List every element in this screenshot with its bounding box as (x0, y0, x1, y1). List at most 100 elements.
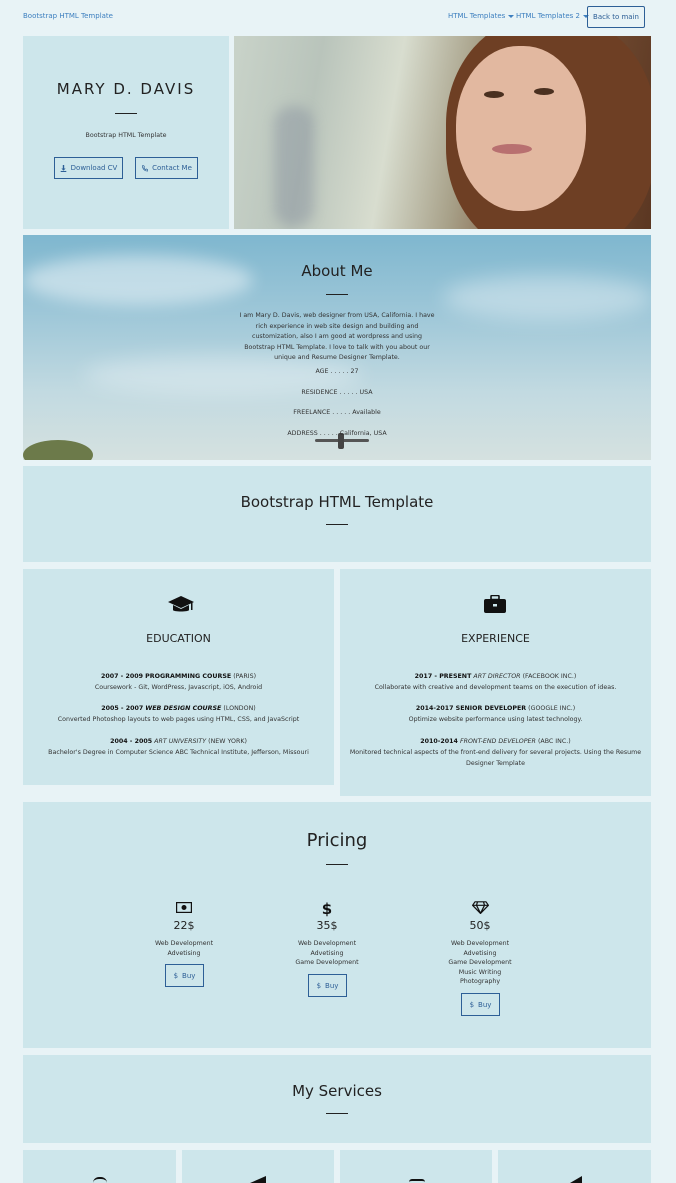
experience-item-2: 2014-2017 SENIOR DEVELOPER (GOOGLE INC.)… (340, 703, 651, 725)
plan-2-feature-2: Advetising (310, 949, 344, 957)
photo-eye-left (484, 91, 504, 98)
about-bio: I am Mary D. Davis, web designer from US… (239, 312, 435, 361)
dollar-icon: $ (316, 981, 322, 990)
education-item-1: 2007 - 2009 PROGRAMMING COURSE (PARIS) C… (23, 671, 334, 693)
edu-3-role: ART UNIVERSITY (154, 738, 207, 745)
download-icon (60, 164, 66, 172)
plan-3-feature-1: Web Development (450, 940, 510, 947)
service-3-icon (409, 1179, 425, 1183)
plan-3-feature-2: Advetising (463, 949, 497, 957)
plan-3-buy-label: Buy (478, 1000, 492, 1009)
dollar-icon: $ (173, 971, 179, 980)
banner-title: Bootstrap HTML Template (240, 493, 434, 511)
download-cv-label: Download CV (70, 164, 118, 172)
plan-1-buy-button[interactable]: $ Buy (165, 964, 204, 987)
back-to-main-button[interactable]: Back to main (587, 6, 645, 28)
hero-divider (115, 113, 137, 114)
plan-2-feature-3: Game Development (295, 959, 359, 966)
service-card-4 (498, 1150, 651, 1183)
graduation-cap-icon (168, 596, 194, 612)
experience-item-3: 2010-2014 FRONT-END DEVELOPER (ABC INC.)… (340, 736, 651, 769)
cloud-2 (443, 275, 651, 320)
contact-me-label: Contact Me (152, 164, 192, 172)
caret-down-icon (508, 14, 515, 18)
photo-blur-figure (274, 106, 314, 226)
edu-3-date: 2004 - 2005 (110, 738, 153, 745)
brand-link[interactable]: Bootstrap HTML Template (23, 12, 113, 20)
plan-3-price: 50$ (469, 919, 491, 932)
exp-1-desc: Collaborate with creative and developmen… (374, 684, 617, 691)
pricing-title: Pricing (306, 830, 368, 851)
exp-1-date: 2017 - PRESENT (414, 673, 472, 680)
services-divider (326, 1113, 348, 1114)
edu-2-date: 2005 - 2007 (101, 705, 144, 712)
exp-1-place: (FACEBOOK INC.) (522, 673, 577, 680)
pricing-divider (326, 864, 348, 865)
nav-html-templates-2-label: HTML Templates 2 (516, 12, 580, 20)
about-age: AGE . . . . . 27 (315, 368, 359, 375)
money-bill-icon (176, 902, 192, 913)
service-1-icon (93, 1177, 107, 1183)
plan-1-price: 22$ (173, 919, 195, 932)
download-cv-button[interactable]: Download CV (54, 157, 123, 179)
about-divider (326, 294, 348, 295)
edu-3-place: (NEW YORK) (208, 738, 247, 745)
plan-3-buy-button[interactable]: $ Buy (461, 993, 500, 1016)
banner-divider (326, 524, 348, 525)
tree-foliage (23, 440, 93, 460)
edu-2-place: (LONDON) (223, 705, 256, 712)
plan-3-feature-4: Music Writing (458, 968, 502, 976)
edu-1-place: (PARIS) (233, 673, 257, 680)
edu-3-desc: Bachelor's Degree in Computer Science AB… (48, 749, 309, 756)
exp-3-desc-line2: Designer Template (466, 760, 525, 767)
education-item-2: 2005 - 2007 WEB DESIGN COURSE (LONDON) C… (23, 703, 334, 725)
photo-face (456, 46, 586, 211)
plan-3-features: Web Development Advetising Game Developm… (420, 939, 540, 987)
banner-panel (23, 466, 651, 562)
diamond-icon (472, 901, 489, 914)
experience-title: EXPERIENCE (461, 632, 530, 645)
about-address: ADDRESS . . . . . California, USA (287, 430, 387, 437)
plan-2-feature-1: Web Development (297, 940, 357, 947)
plan-2-price: 35$ (316, 919, 338, 932)
edu-2-role: WEB DESIGN COURSE (145, 705, 222, 712)
photo-eye-right (534, 88, 554, 95)
nav-html-templates-label: HTML Templates (448, 12, 506, 20)
exp-2-place: (GOOGLE INC.) (528, 705, 576, 712)
dollar-icon: $ (469, 1000, 475, 1009)
edu-1-date: 2007 - 2009 PROGRAMMING COURSE (100, 673, 232, 680)
hero-name: MARY D. DAVIS (56, 80, 196, 98)
exp-3-date: 2010-2014 (420, 738, 458, 745)
phone-icon (142, 164, 149, 171)
education-item-3: 2004 - 2005 ART UNIVERSITY (NEW YORK) Ba… (23, 736, 334, 758)
plan-2-features: Web Development Advetising Game Developm… (267, 939, 387, 968)
nav-html-templates[interactable]: HTML Templates (448, 12, 515, 20)
plan-1-features: Web Development Advetising (124, 939, 244, 958)
nav-html-templates-2[interactable]: HTML Templates 2 (516, 12, 589, 20)
exp-3-role: FRONT-END DEVELOPER (459, 738, 536, 745)
plan-1-feature-1: Web Development (154, 940, 214, 947)
exp-2-date: 2014-2017 SENIOR DEVELOPER (415, 705, 527, 712)
edu-2-desc: Converted Photoshop layouts to web pages… (57, 716, 300, 723)
exp-1-role: ART DIRECTOR (473, 673, 521, 680)
plan-2-buy-button[interactable]: $ Buy (308, 974, 347, 997)
experience-item-1: 2017 - PRESENT ART DIRECTOR (FACEBOOK IN… (340, 671, 651, 693)
back-to-main-label: Back to main (593, 13, 639, 21)
exp-2-desc: Optimize website performance using lates… (408, 716, 583, 723)
plan-1-buy-label: Buy (182, 971, 196, 980)
about-title: About Me (301, 262, 373, 280)
about-residence: RESIDENCE . . . . . USA (301, 389, 373, 396)
hero-subtitle: Bootstrap HTML Template (85, 132, 167, 139)
plan-3-feature-3: Game Development (448, 959, 512, 966)
services-title: My Services (292, 1082, 382, 1100)
service-card-2 (182, 1150, 334, 1183)
plan-2-buy-label: Buy (325, 981, 339, 990)
contact-me-button[interactable]: Contact Me (135, 157, 198, 179)
briefcase-icon (484, 595, 506, 613)
photo-lips (492, 144, 532, 154)
hero-photo (234, 36, 651, 229)
edu-1-desc: Coursework - Git, WordPress, Javascript,… (94, 684, 263, 691)
plan-1-feature-2: Advetising (167, 949, 201, 957)
exp-3-desc-line1: Monitored technical aspects of the front… (349, 749, 642, 756)
plan-3-feature-5: Photography (459, 978, 501, 985)
